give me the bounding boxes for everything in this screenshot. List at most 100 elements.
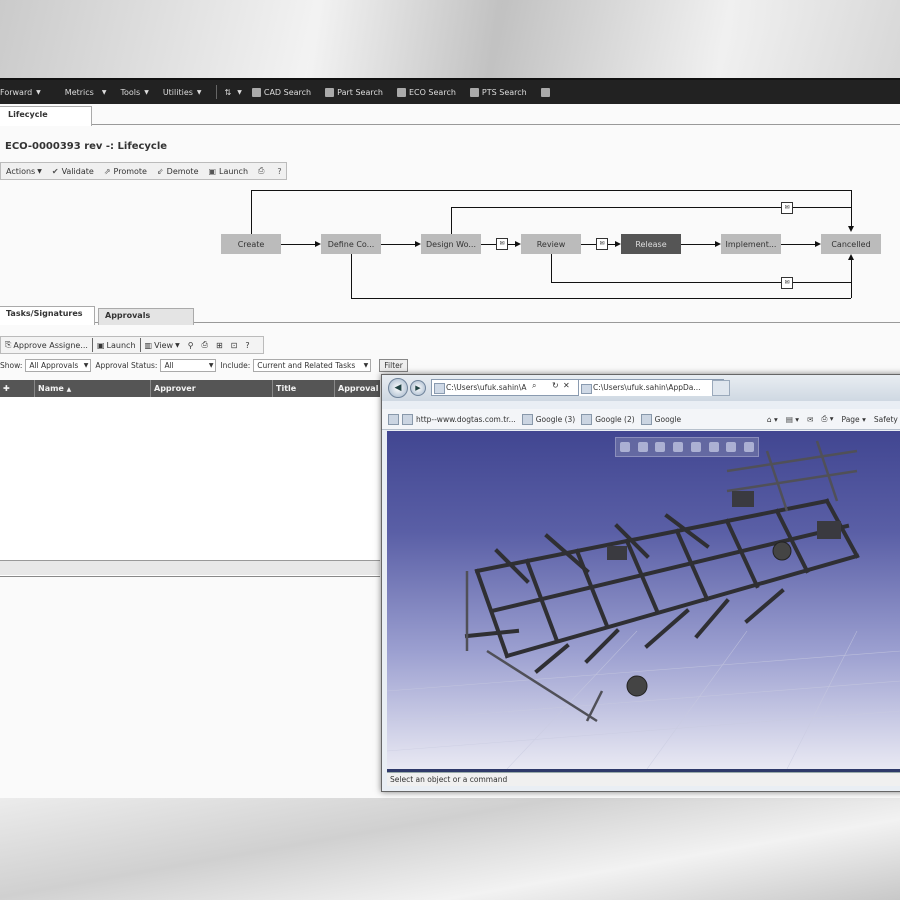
state-cancelled[interactable]: Cancelled (821, 234, 881, 254)
print-button[interactable]: ⎙ (202, 340, 208, 350)
shortcut-menu[interactable]: ⇅ ▼ (225, 88, 242, 97)
feeds-icon[interactable]: ▤ ▾ (786, 415, 799, 424)
browser-tab[interactable]: C:\Users\ufuk.sahin\AppDa...✕ (578, 379, 724, 396)
approval-status-select[interactable]: All ▼ (160, 358, 217, 372)
refresh-icon[interactable]: ↻ (552, 381, 559, 390)
condition-icon[interactable]: ✉ (496, 238, 508, 250)
print-icon[interactable]: ⎙ ▾ (821, 414, 833, 424)
help-button[interactable]: ? (245, 341, 249, 350)
home-icon[interactable]: ⌂ ▾ (767, 415, 778, 424)
state-define[interactable]: Define Co... (321, 234, 381, 254)
filter-button[interactable]: Filter (379, 358, 408, 372)
tasks-launch-button[interactable]: ▣ Launch (97, 341, 136, 350)
new-tab-button[interactable] (712, 380, 730, 396)
column-approver[interactable]: Approver (151, 380, 273, 397)
launch-label: Launch (219, 166, 249, 176)
chevron-down-icon: ▼ (208, 361, 214, 369)
approval-status-label: Approval Status: (95, 360, 158, 370)
export-icon: ⊞ (215, 340, 223, 350)
state-design[interactable]: Design Wo... (421, 234, 481, 254)
help-icon: ? (245, 340, 250, 350)
help-icon: ? (277, 166, 282, 176)
filter-icon-button[interactable]: ⚲ (188, 341, 194, 350)
connector (351, 254, 352, 298)
favorite-link[interactable]: Google (3) (521, 413, 575, 425)
background-bottom (0, 790, 900, 900)
column-title[interactable]: Title (273, 380, 335, 397)
column-approval[interactable]: Approval (335, 380, 380, 397)
3d-viewer[interactable] (387, 431, 900, 769)
connector (351, 298, 851, 299)
approve-assignee-button[interactable]: ⎘ Approve Assigne... (5, 340, 88, 350)
part-search-button[interactable]: Part Search (325, 87, 383, 97)
tab-approvals[interactable]: Approvals (98, 308, 194, 325)
connector (781, 244, 817, 245)
search-icon[interactable]: ⌕ (532, 381, 536, 391)
state-implement[interactable]: Implement... (721, 234, 781, 254)
google-icon (521, 413, 533, 425)
connector (251, 190, 252, 234)
menu-separator (215, 85, 217, 99)
eco-search-button[interactable]: ECO Search (396, 87, 456, 97)
close-icon[interactable]: ✕ (563, 381, 570, 390)
menu-tools[interactable]: Tools ▼ (120, 88, 148, 97)
chevron-down-icon: ▼ (83, 361, 89, 369)
connector (381, 244, 417, 245)
columns-button[interactable]: ⊡ (231, 341, 238, 350)
pts-search-label: PTS Search (481, 87, 527, 97)
chevron-down-icon: ▼ (363, 361, 369, 369)
approval-status-value: All (164, 360, 174, 370)
menu-forward[interactable]: Forward ▼ (0, 88, 41, 97)
condition-icon[interactable]: ✉ (781, 202, 793, 214)
lifecycle-toolbar: Actions ▼ ✔ Validate ⇗ Promote ⇙ Demote ▣ Lau… (0, 162, 287, 180)
help-button[interactable]: ? (277, 167, 284, 176)
cad-search-button[interactable]: CAD Search (251, 87, 312, 97)
connector (681, 244, 717, 245)
toolbar-separator (91, 338, 93, 352)
browser-tab-title: C:\Users\ufuk.sahin\AppDa... (593, 383, 701, 392)
validate-button[interactable]: ✔ Validate (52, 167, 94, 176)
menu-metrics[interactable]: Metrics ▼ (65, 88, 107, 97)
back-button[interactable]: ◀ (388, 378, 408, 398)
actions-label: Actions (6, 166, 36, 176)
forward-button[interactable]: ▶ (410, 380, 426, 396)
safety-menu[interactable]: Safety ▾ (874, 415, 900, 424)
state-create[interactable]: Create (221, 234, 281, 254)
add-column-button[interactable]: ✚ (0, 380, 35, 397)
tasks-toolbar: ⎘ Approve Assigne... ▣ Launch ▥ View ▼ ⚲ ⎙ ⊞… (0, 336, 264, 354)
state-label: Design Wo... (426, 239, 476, 249)
favorites-star-icon[interactable] (388, 413, 399, 425)
show-select[interactable]: All Approvals ▼ (25, 358, 92, 372)
tab-lifecycle[interactable]: Lifecycle (0, 106, 92, 126)
menu-utilities-label: Utilities (162, 87, 193, 97)
favorite-link[interactable]: Google (2) (581, 413, 635, 425)
export-button[interactable]: ⊞ (216, 341, 223, 350)
page-menu[interactable]: Page ▾ (842, 415, 866, 424)
chevron-down-icon: ▼ (237, 88, 242, 96)
state-review[interactable]: Review (521, 234, 581, 254)
logout-button[interactable] (540, 87, 553, 97)
state-release[interactable]: Release (621, 234, 681, 254)
eco-search-label: ECO Search (408, 87, 456, 97)
pts-search-button[interactable]: PTS Search (469, 87, 527, 97)
chassis-model[interactable] (387, 431, 900, 769)
promote-button[interactable]: ⇗ Promote (104, 167, 147, 176)
condition-icon[interactable]: ✉ (596, 238, 608, 250)
include-select[interactable]: Current and Related Tasks ▼ (253, 358, 372, 372)
favorite-link[interactable]: Google (640, 413, 681, 425)
launch-button[interactable]: ▣ Launch (208, 167, 248, 176)
demote-button[interactable]: ⇙ Demote (157, 167, 199, 176)
mail-icon[interactable]: ✉ (807, 415, 813, 424)
actions-menu[interactable]: Actions ▼ (6, 167, 42, 176)
tab-tasks-label: Tasks/Signatures (6, 309, 83, 318)
pts-search-icon (469, 87, 479, 97)
condition-icon[interactable]: ✉ (781, 277, 793, 289)
cad-search-label: CAD Search (263, 87, 312, 97)
favorite-link[interactable]: http--www.dogtas.com.tr... (402, 413, 516, 425)
promote-icon: ⇗ (103, 166, 111, 176)
tab-tasks-signatures[interactable]: Tasks/Signatures (0, 306, 95, 325)
print-button[interactable]: ⎙ (258, 166, 267, 176)
menu-utilities[interactable]: Utilities ▼ (163, 88, 202, 97)
column-name[interactable]: Name ▲ (35, 380, 151, 397)
view-menu[interactable]: ▥ View ▼ (145, 341, 180, 350)
